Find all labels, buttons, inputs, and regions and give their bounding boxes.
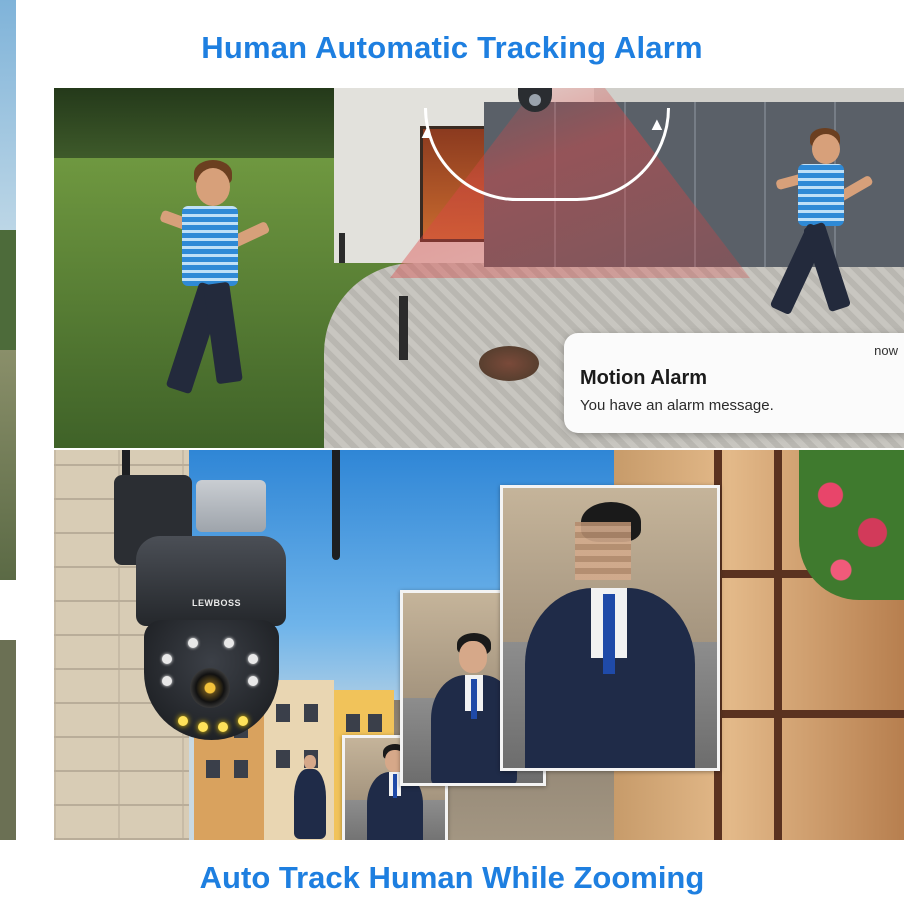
timber-beam bbox=[774, 450, 782, 840]
camera-lens-icon bbox=[190, 668, 230, 708]
arrow-right-icon: ▲ bbox=[648, 114, 666, 134]
shrub bbox=[479, 346, 539, 381]
zoom-scene: LEWBOSS bbox=[54, 450, 904, 840]
notification-body: You have an alarm message. bbox=[580, 397, 774, 414]
camera-body: LEWBOSS bbox=[136, 536, 286, 626]
adjacent-image-edge bbox=[0, 0, 16, 898]
running-boy-left bbox=[124, 158, 271, 428]
camera-dome bbox=[144, 620, 279, 740]
pixelated-face bbox=[575, 522, 631, 580]
flower-box bbox=[799, 450, 904, 600]
notification-time: now bbox=[874, 343, 898, 358]
camera-brand-logo: LEWBOSS bbox=[192, 598, 242, 608]
headline-top: Human Automatic Tracking Alarm bbox=[201, 30, 703, 65]
arrow-left-icon: ▲ bbox=[418, 122, 436, 142]
garden-lamp bbox=[339, 233, 345, 263]
headline-bottom: Auto Track Human While Zooming bbox=[199, 860, 705, 895]
man-far bbox=[290, 755, 330, 840]
garden-lamp bbox=[399, 296, 408, 360]
antenna bbox=[332, 450, 340, 560]
running-boy-right bbox=[754, 128, 884, 328]
tree-line bbox=[54, 88, 344, 158]
notification-title: Motion Alarm bbox=[580, 367, 708, 389]
camera-housing-top bbox=[196, 480, 266, 532]
motion-alarm-notification[interactable]: now Motion Alarm You have an alarm messa… bbox=[564, 333, 904, 433]
ptz-camera: LEWBOSS bbox=[114, 450, 340, 750]
zoom-frame-large bbox=[500, 485, 720, 771]
